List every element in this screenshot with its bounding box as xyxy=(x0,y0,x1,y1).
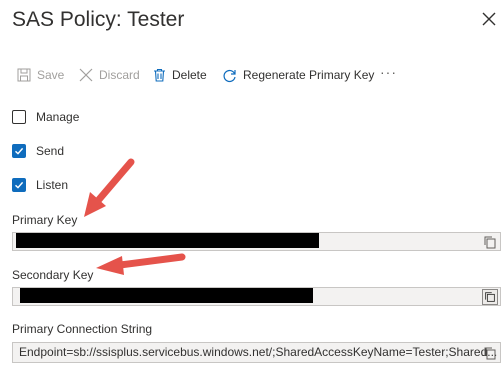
discard-button[interactable]: Discard xyxy=(79,66,140,84)
primary-key-field[interactable] xyxy=(12,232,501,251)
save-icon xyxy=(17,68,31,82)
save-label: Save xyxy=(37,68,65,82)
copy-icon[interactable] xyxy=(483,346,497,360)
regenerate-primary-key-button[interactable]: Regenerate Primary Key xyxy=(222,66,374,84)
trash-icon xyxy=(154,68,165,82)
discard-label: Discard xyxy=(99,68,140,82)
secondary-key-field[interactable] xyxy=(12,287,501,306)
primary-connection-string-label: Primary Connection String xyxy=(12,322,153,336)
regenerate-label: Regenerate Primary Key xyxy=(243,68,375,82)
manage-checkbox[interactable] xyxy=(12,110,26,124)
discard-icon xyxy=(79,68,93,82)
checkmark-icon xyxy=(15,181,24,189)
send-label: Send xyxy=(36,144,65,158)
more-options-button[interactable]: ··· xyxy=(380,64,397,80)
save-button[interactable]: Save xyxy=(17,66,64,84)
close-icon[interactable] xyxy=(482,12,496,26)
listen-checkbox[interactable] xyxy=(12,178,26,192)
primary-connection-string-field[interactable]: Endpoint=sb://ssisplus.servicebus.window… xyxy=(12,342,501,363)
arrow-to-primary-key xyxy=(84,158,135,217)
delete-button[interactable]: Delete xyxy=(153,66,207,84)
arrow-to-secondary-key xyxy=(96,253,186,275)
manage-label: Manage xyxy=(36,110,80,124)
refresh-icon xyxy=(223,69,236,82)
primary-connection-string-value: Endpoint=sb://ssisplus.servicebus.window… xyxy=(19,345,498,359)
checkmark-icon xyxy=(15,147,24,155)
panel-title: SAS Policy: Tester xyxy=(12,8,185,31)
delete-label: Delete xyxy=(172,68,207,82)
primary-key-label: Primary Key xyxy=(12,213,78,227)
copy-icon[interactable] xyxy=(483,235,497,249)
listen-label: Listen xyxy=(36,178,69,192)
redaction-bar xyxy=(16,233,319,248)
annotation-arrows xyxy=(84,158,186,275)
secondary-key-label: Secondary Key xyxy=(12,268,94,282)
send-checkbox[interactable] xyxy=(12,144,26,158)
redaction-bar xyxy=(20,288,313,303)
copy-icon[interactable] xyxy=(482,289,498,305)
